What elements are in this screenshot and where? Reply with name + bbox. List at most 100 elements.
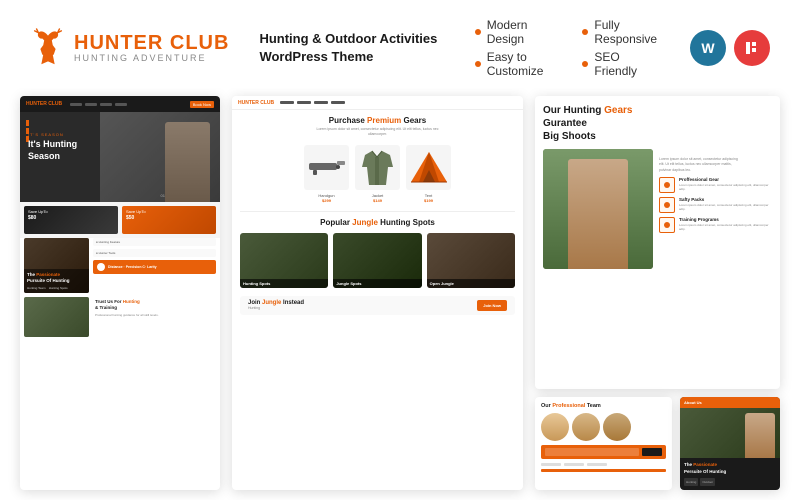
about-person-figure xyxy=(745,413,775,458)
orange-bar xyxy=(26,120,29,126)
spot-label: Open Jungle xyxy=(427,279,515,288)
header: HUNTER CLUB Hunting Adventure Hunting & … xyxy=(0,0,800,88)
hero-person-image xyxy=(165,122,210,202)
spot-card-2: Jungle Spots xyxy=(333,233,421,288)
jungle-spots: Hunting Spots Jungle Spots Open Jungle xyxy=(232,229,523,292)
mid-nav: HUNTER CLUB xyxy=(232,96,523,110)
gear-image-gun xyxy=(304,145,349,190)
platform-badges: W xyxy=(690,30,770,66)
hunting-image: The PassionatePursuite Of Hunting Huntin… xyxy=(24,238,89,293)
feature-icon-dot xyxy=(664,222,670,228)
feature-name: Safty Packs xyxy=(679,197,772,202)
mid-section: The PassionatePursuite Of Hunting Huntin… xyxy=(20,238,220,297)
feature-icon xyxy=(659,217,675,233)
nav-links xyxy=(70,103,127,106)
jungle-header: Popular Jungle Hunting Spots xyxy=(232,216,523,229)
spot-card-3: Open Jungle xyxy=(427,233,515,288)
about-feature: Outdoor xyxy=(700,478,715,486)
feature-easy-customize: Easy to Customize xyxy=(475,50,553,78)
join-text: Join Jungle Instead Hunting xyxy=(248,300,471,310)
preview-nav-left: HUNTER CLUB Book Now xyxy=(20,96,220,112)
feature-fully-responsive: Fully Responsive xyxy=(582,18,660,46)
right-top-card: Our Hunting Gears GuranteeBig Shoots Lor… xyxy=(535,96,780,389)
promo-card-1: Save UpTo $80 xyxy=(24,206,118,234)
right-person-figure xyxy=(568,159,628,269)
gear-item-gun: Handgun $299 xyxy=(304,145,349,203)
trust-desc: Professional hunting guidance for all sk… xyxy=(95,313,159,317)
right-feature-3: Training Programs Lorem ipsum dolor sit … xyxy=(659,217,772,233)
preview-area: HUNTER CLUB Book Now IT'S SEA xyxy=(0,88,800,500)
right-features-list: Proffessional Gear Lorem ipsum dolor sit… xyxy=(659,177,772,233)
feature-name: Training Programs xyxy=(679,217,772,222)
hunting-desc: Hunting Team Hunting Spots xyxy=(27,286,86,290)
gear-header: Purchase Premium Gears Lorem ipsum dolor… xyxy=(232,110,523,141)
promo-text-2: Save UpTo $50 xyxy=(122,206,216,225)
wordpress-badge: W xyxy=(690,30,726,66)
gear-item-jacket: Jacket $149 xyxy=(355,145,400,203)
newsletter-input-fake xyxy=(545,448,639,456)
member-avatar-2 xyxy=(572,413,600,441)
right-description: Lorem ipsum dolor sit amet, consectetur … xyxy=(659,153,739,177)
promo-card-2: Save UpTo $50 xyxy=(122,206,216,234)
right-card-content: Lorem ipsum dolor sit amet, consectetur … xyxy=(535,149,780,389)
feature-dot xyxy=(475,61,481,67)
trust-text: Trust Us For Hunting& Training Professio… xyxy=(93,297,161,337)
tent-svg xyxy=(409,150,449,185)
promo-cards: Save UpTo $80 Save UpTo $50 xyxy=(20,202,220,238)
feature-desc: Lorem ipsum dolor sit amet, consectetur … xyxy=(679,183,772,191)
right-bottom-row: Our Professional Team xyxy=(535,397,780,490)
right-feature-2: Safty Packs Lorem ipsum dolor sit amet, … xyxy=(659,197,772,213)
nav-link xyxy=(100,103,112,106)
footer-link xyxy=(541,463,561,466)
feature-icon xyxy=(659,197,675,213)
member-avatar-1 xyxy=(541,413,569,441)
join-section: Join Jungle Instead Hunting Join Now xyxy=(240,296,515,315)
gear-price: $199 xyxy=(406,198,451,203)
hero-text: IT'S SEASON It's HuntingSeason xyxy=(28,132,77,162)
gear-title: Purchase Premium Gears xyxy=(240,116,515,125)
nav-link-item xyxy=(297,101,311,104)
nav-link-item xyxy=(280,101,294,104)
feature-list: Modern Design Fully Responsive Easy to C… xyxy=(475,18,660,78)
feature-desc: Lorem ipsum dolor sit amet, consectetur … xyxy=(679,203,772,211)
trust-section: Trust Us For Hunting& Training Professio… xyxy=(20,297,220,341)
feature-dot xyxy=(475,29,481,35)
gear-desc: Lorem ipsum dolor sit amet, consectetur … xyxy=(308,127,448,137)
gear-image-jacket xyxy=(355,145,400,190)
promo-text-1: Save UpTo $80 xyxy=(24,206,118,225)
right-card-header: Our Hunting Gears GuranteeBig Shoots xyxy=(535,96,780,149)
precision-text: Distance · Percision C· Larity xyxy=(108,265,157,269)
nav-link-item xyxy=(331,101,345,104)
nav-link xyxy=(70,103,82,106)
feature-icon-dot xyxy=(664,182,670,188)
logo-text: HUNTER CLUB Hunting Adventure xyxy=(74,33,229,63)
gun-svg xyxy=(308,157,346,177)
right-card-title: Our Hunting Gears GuranteeBig Shoots xyxy=(543,104,673,143)
footer-brand-bar xyxy=(541,469,666,472)
feature-modern-design: Modern Design xyxy=(475,18,553,46)
team-title: Our Professional Team xyxy=(541,403,666,409)
hero-slide-num: 01 xyxy=(161,193,165,198)
precision-icon xyxy=(97,263,105,271)
mid-right: ● Hunting Feature ● Hunter Tools Distanc… xyxy=(93,238,216,293)
gear-items: Handgun $299 Jacket $149 xyxy=(232,141,523,207)
feature-name: Proffessional Gear xyxy=(679,177,772,182)
feature-text: Safty Packs Lorem ipsum dolor sit amet, … xyxy=(679,197,772,211)
jacket-svg xyxy=(360,147,395,187)
hunting-overlay: The PassionatePursuite Of Hunting Huntin… xyxy=(24,269,89,293)
join-button[interactable]: Join Now xyxy=(477,300,507,311)
logo-title: HUNTER CLUB xyxy=(74,33,229,53)
product-title: Hunting & Outdoor ActivitiesWordPress Th… xyxy=(259,30,444,66)
newsletter-submit-fake xyxy=(642,448,662,456)
mid-nav-logo: HUNTER CLUB xyxy=(238,100,274,106)
right-main-image xyxy=(543,149,653,269)
hero-section: IT'S SEASON It's HuntingSeason 01 xyxy=(20,112,220,202)
join-subtitle: Hunting xyxy=(248,306,471,310)
about-title: The PassionatePersuite Of Hunting xyxy=(684,462,776,475)
hunting-title: The PassionatePursuite Of Hunting xyxy=(27,272,86,284)
about-features-mini: Hunting Outdoor xyxy=(684,478,776,486)
nav-logo-small: HUNTER CLUB xyxy=(26,101,62,107)
small-feature: ● Hunting Feature xyxy=(93,238,216,246)
jungle-title: Popular Jungle Hunting Spots xyxy=(240,218,515,227)
gear-image-tent xyxy=(406,145,451,190)
